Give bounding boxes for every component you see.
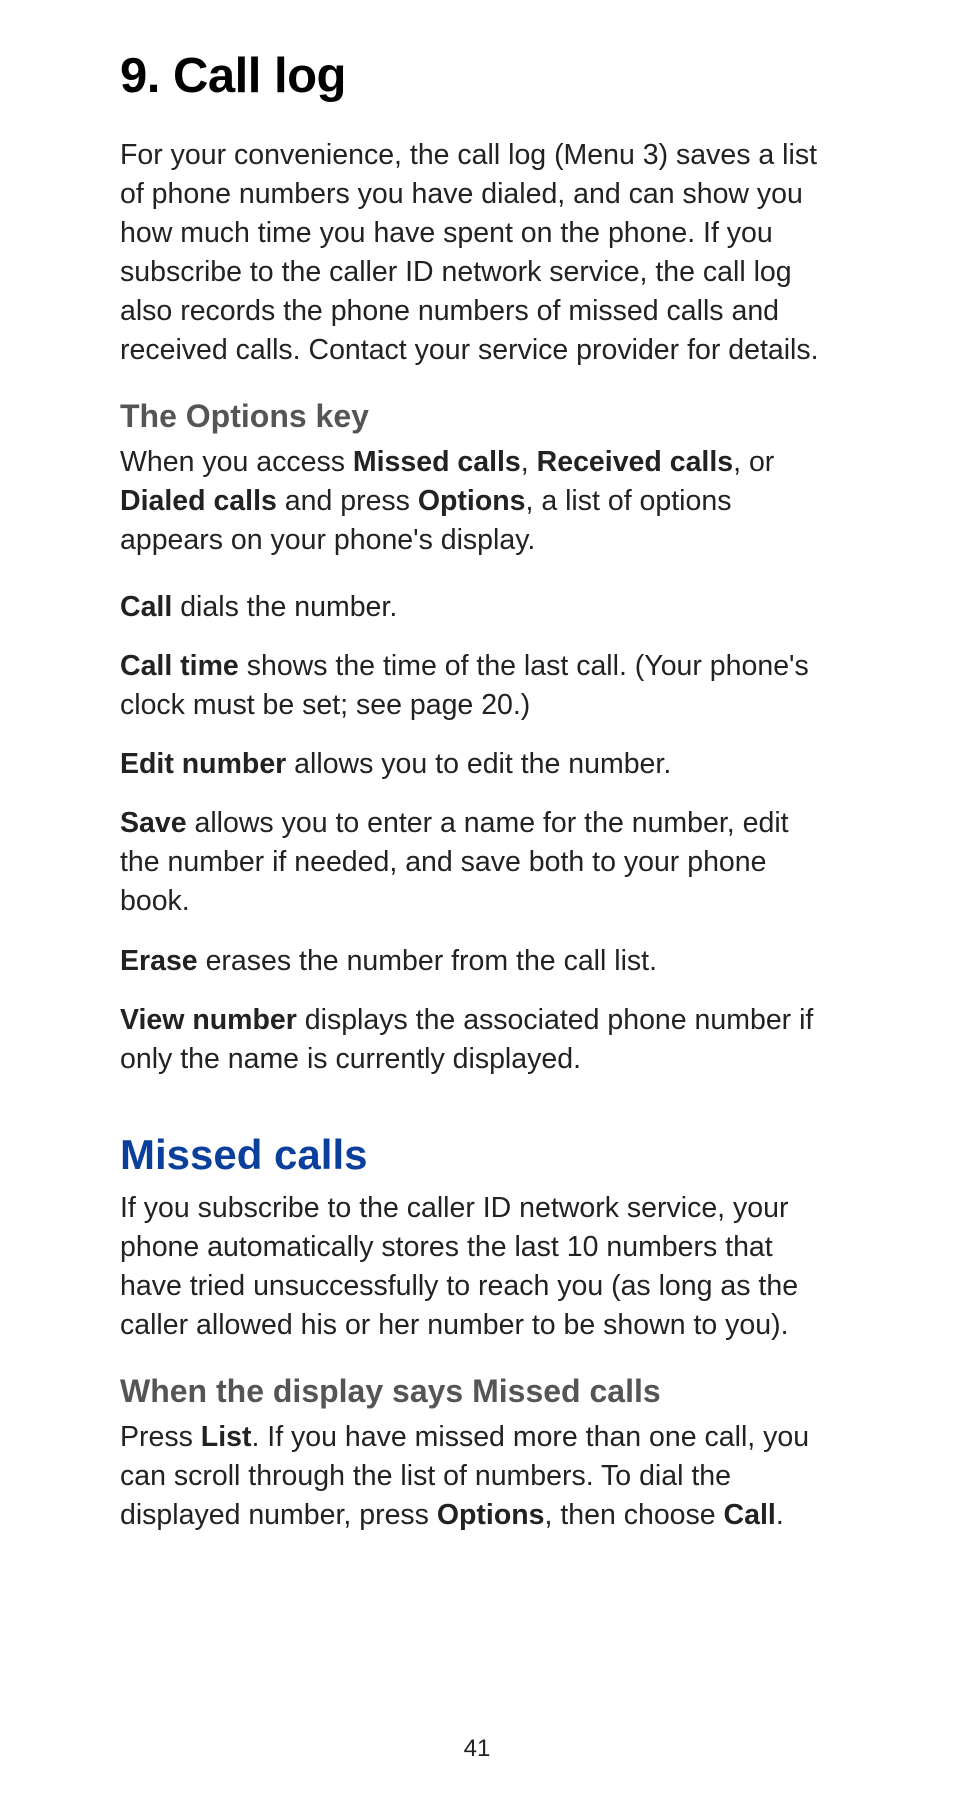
bold-term: Missed calls	[353, 446, 521, 478]
bold-term: List	[201, 1421, 252, 1453]
missed-instructions: Press List. If you have missed more than…	[120, 1418, 834, 1535]
options-key-paragraph: When you access Missed calls, Received c…	[120, 443, 834, 560]
text: ,	[521, 446, 537, 478]
text: , or	[733, 446, 774, 478]
bold-term: Dialed calls	[120, 485, 277, 517]
option-item: Call dials the number.	[120, 588, 834, 627]
text: When you access	[120, 446, 353, 478]
intro-paragraph: For your convenience, the call log (Menu…	[120, 136, 834, 370]
missed-display-heading: When the display says Missed calls	[120, 1373, 834, 1410]
option-desc: erases the number from the call list.	[198, 945, 657, 977]
text: Press	[120, 1421, 201, 1453]
option-desc: allows you to enter a name for the numbe…	[120, 807, 789, 917]
bold-term: Options	[418, 485, 526, 517]
option-name: Call time	[120, 650, 239, 682]
option-desc: dials the number.	[172, 591, 397, 623]
option-item: View number displays the associated phon…	[120, 1001, 834, 1079]
page-number: 41	[0, 1735, 954, 1763]
option-name: Erase	[120, 945, 198, 977]
options-key-heading: The Options key	[120, 398, 834, 435]
text: , then choose	[545, 1499, 724, 1531]
option-name: Call	[120, 591, 172, 623]
option-item: Save allows you to enter a name for the …	[120, 804, 834, 921]
bold-term: Received calls	[537, 446, 733, 478]
option-name: View number	[120, 1004, 297, 1036]
option-item: Erase erases the number from the call li…	[120, 942, 834, 981]
bold-term: Call	[724, 1499, 776, 1531]
missed-calls-intro: If you subscribe to the caller ID networ…	[120, 1189, 834, 1345]
page-title: 9. Call log	[120, 48, 834, 104]
text: and press	[277, 485, 418, 517]
manual-page: 9. Call log For your convenience, the ca…	[0, 0, 954, 1803]
option-item: Edit number allows you to edit the numbe…	[120, 745, 834, 784]
option-name: Save	[120, 807, 187, 839]
option-item: Call time shows the time of the last cal…	[120, 647, 834, 725]
bold-term: Options	[437, 1499, 545, 1531]
option-desc: allows you to edit the number.	[286, 748, 671, 780]
text: .	[776, 1499, 784, 1531]
missed-calls-heading: Missed calls	[120, 1131, 834, 1179]
option-name: Edit number	[120, 748, 286, 780]
